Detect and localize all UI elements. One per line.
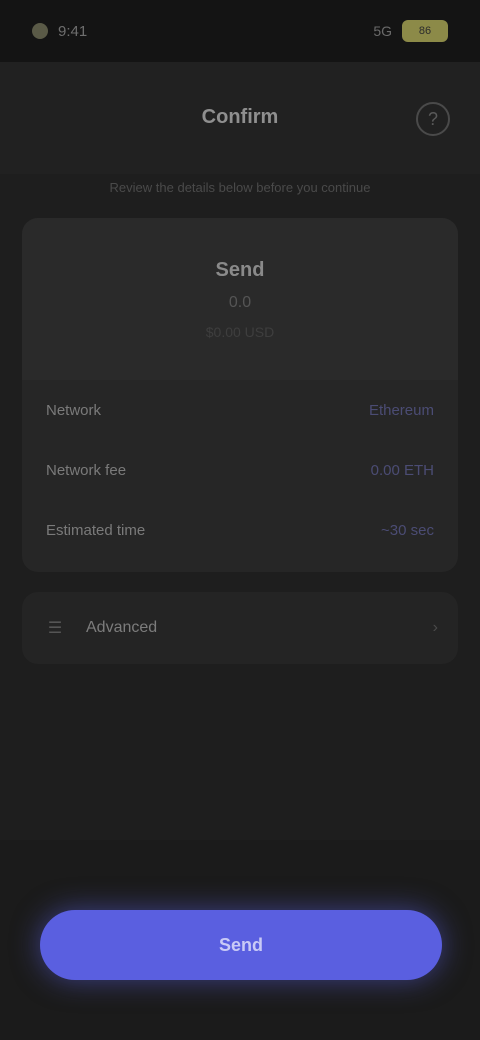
amount-summary: Send 0.0 $0.00 USD	[22, 218, 458, 380]
send-button[interactable]: Send	[40, 910, 442, 980]
amount-value: 0.0	[228, 293, 252, 311]
detail-label: Network	[46, 401, 102, 419]
amount-label: Send	[215, 258, 265, 281]
battery-icon: 86	[402, 20, 448, 42]
help-button[interactable]: ?	[416, 102, 450, 136]
page-subtitle: Review the details below before you cont…	[109, 180, 371, 195]
status-left: 9:41	[32, 23, 87, 40]
detail-label: Network fee	[46, 461, 127, 479]
advanced-row[interactable]: ☰ Advanced ›	[22, 592, 458, 664]
header: Confirm ?	[0, 62, 480, 174]
status-time: 9:41	[58, 22, 88, 40]
amount-fiat: $0.00 USD	[205, 323, 275, 340]
chevron-right-icon: ›	[432, 619, 438, 636]
summary-card: Send 0.0 $0.00 USD Network Ethereum Netw…	[22, 218, 458, 572]
detail-row-fee: Network fee 0.00 ETH	[22, 440, 458, 500]
detail-value[interactable]: ~30 sec	[381, 522, 434, 539]
status-right: 5G 86	[373, 20, 448, 42]
page-title: Confirm	[201, 106, 279, 128]
notification-dot-icon	[32, 23, 48, 39]
advanced-label: Advanced	[86, 619, 158, 636]
sliders-icon: ☰	[47, 620, 63, 637]
advanced-left: ☰ Advanced	[42, 618, 157, 638]
status-bar: 9:41 5G 86	[0, 0, 480, 62]
detail-value[interactable]: Ethereum	[369, 402, 434, 419]
detail-label: Estimated time	[46, 521, 146, 539]
detail-row-time: Estimated time ~30 sec	[22, 500, 458, 560]
signal-icon: 5G	[373, 23, 392, 39]
detail-value[interactable]: 0.00 ETH	[371, 462, 434, 479]
screen: 9:41 5G 86 Confirm ? Review the details …	[0, 0, 480, 1040]
detail-row-network: Network Ethereum	[22, 380, 458, 440]
question-circle-icon: ?	[427, 108, 438, 129]
